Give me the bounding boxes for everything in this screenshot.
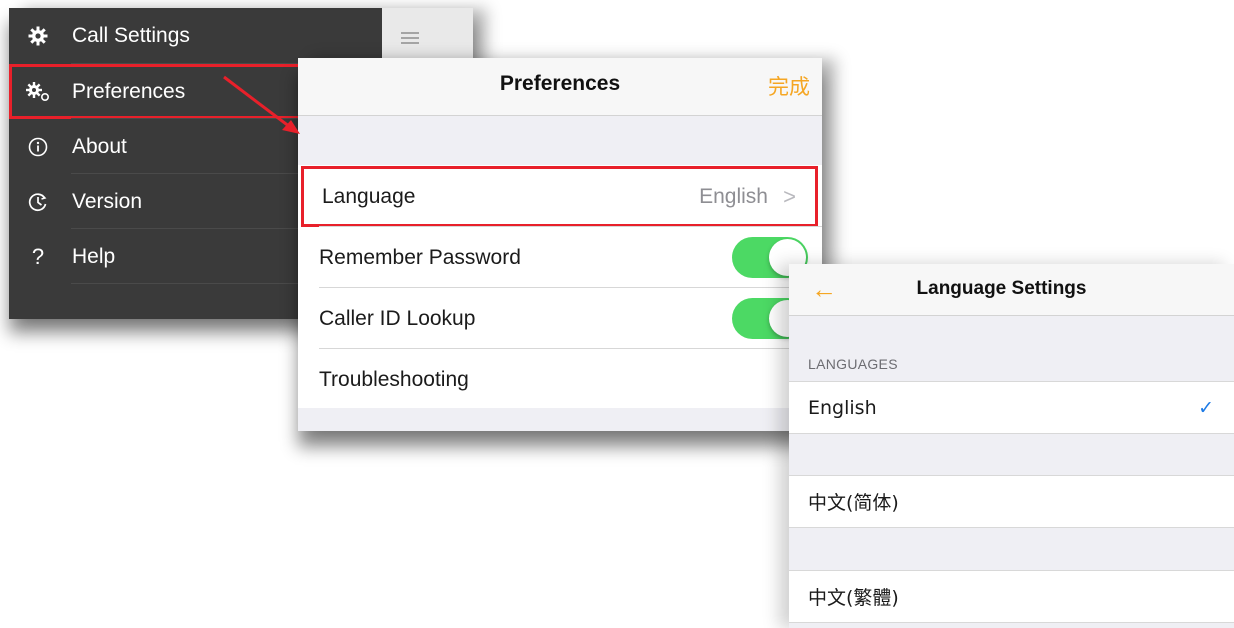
menu-item-label: Help (72, 244, 116, 268)
menu-item-label: About (72, 134, 127, 158)
section-header: LANGUAGES (808, 356, 898, 372)
page-title: Preferences (499, 72, 621, 95)
language-option-label: English (808, 396, 877, 419)
caller-id-row: Caller ID Lookup (298, 288, 822, 349)
language-option-label: 中文(简体) (808, 492, 899, 514)
menu-item-label: Call Settings (72, 23, 190, 47)
troubleshooting-row[interactable]: Troubleshooting (298, 349, 822, 410)
done-button[interactable]: 完成 (768, 71, 810, 101)
chevron-right-icon: > (783, 183, 796, 209)
caller-id-label: Caller ID Lookup (319, 306, 476, 330)
gear-icon (26, 24, 50, 48)
language-label: Language (322, 184, 416, 208)
hamburger-menu-icon[interactable] (401, 32, 419, 45)
preferences-header: Preferences 完成 (298, 58, 822, 116)
version-clock-icon (26, 190, 50, 214)
language-option-label: 中文(繁體) (808, 587, 899, 609)
troubleshooting-label: Troubleshooting (319, 367, 469, 391)
remember-password-row: Remember Password (298, 227, 822, 288)
checkmark-icon: ✓ (1198, 396, 1214, 419)
section-spacer (298, 408, 822, 431)
language-value: English (699, 184, 768, 208)
preferences-panel: Preferences 完成 Language English > Rememb… (298, 58, 822, 431)
language-option-simplified-chinese[interactable]: 中文(简体) (789, 475, 1234, 528)
language-row[interactable]: Language English > (301, 166, 818, 227)
menu-item-label: Preferences (72, 79, 186, 103)
page-title: Language Settings (916, 278, 1087, 299)
gears-icon (26, 80, 50, 104)
menu-item-label: Version (72, 189, 143, 213)
language-settings-panel: ← Language Settings LANGUAGES English ✓ … (789, 264, 1234, 628)
info-icon (26, 135, 50, 159)
remember-password-label: Remember Password (319, 245, 521, 269)
language-settings-header: ← Language Settings (789, 264, 1234, 316)
section-spacer (298, 116, 822, 165)
menu-item-call-settings[interactable]: Call Settings (9, 8, 373, 63)
language-option-english[interactable]: English ✓ (789, 381, 1234, 434)
question-icon: ? (31, 243, 45, 269)
language-option-traditional-chinese[interactable]: 中文(繁體) (789, 570, 1234, 623)
